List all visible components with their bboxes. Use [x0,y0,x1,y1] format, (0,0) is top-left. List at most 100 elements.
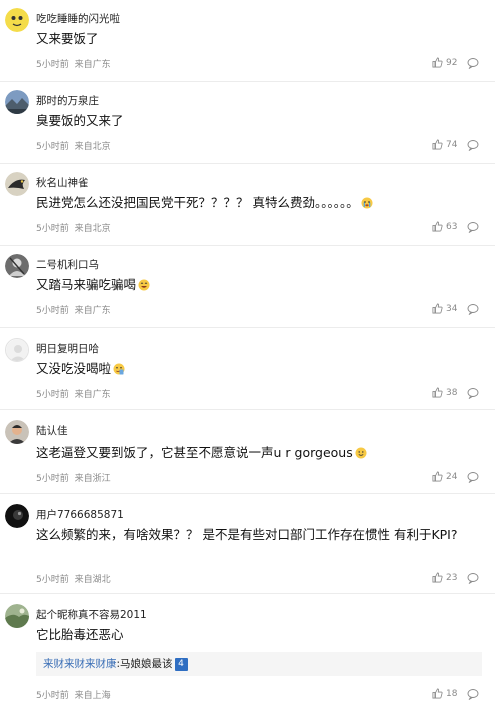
username[interactable]: 那时的万泉庄 [36,93,99,108]
user-avatar[interactable] [5,338,29,362]
comment-text-content: 这老逼登又要到饭了，它甚至不愿意说一声u r gorgeous [36,445,353,460]
timestamp: 5小时前 [36,474,69,484]
location: 来自广东 [74,390,111,400]
comment-item: 用户7766685871 这么频繁的来，有啥效果？？ 是不是有些对口部门工作存在… [0,494,495,594]
comment-bubble-icon [467,140,479,151]
comment-meta: 5小时前 来自上海 [36,688,111,701]
comment-meta: 5小时前 来自广东 [36,303,111,316]
location: 来自浙江 [74,474,111,484]
like-button[interactable]: 24 [432,471,457,482]
crying-face-emoji [361,197,373,209]
grinning-face-emoji [138,279,150,291]
comment-bubble-icon [467,58,479,69]
comment-item: 陆认佳 这老逼登又要到饭了，它甚至不愿意说一声u r gorgeous 5小时前… [0,410,495,494]
reply-count-badge: 4 [174,657,188,671]
like-count: 18 [446,688,458,699]
reply-button[interactable] [467,57,479,69]
reply-button[interactable] [467,303,479,315]
user-avatar[interactable] [5,504,29,528]
comment-meta: 5小时前 来自广东 [36,387,111,400]
comment-text: 民进党怎么还没把国民党干死？？？？ 真特么费劲。。。。。。 [36,193,465,213]
comment-meta: 5小时前 来自北京 [36,139,111,152]
username[interactable]: 起个昵称真不容易2011 [36,607,147,622]
thumbs-up-icon [432,471,443,482]
like-button[interactable]: 34 [432,303,457,314]
comment-bubble-icon [467,472,479,483]
location: 来自湖北 [74,575,111,585]
comment-text: 又来要饭了 [36,31,99,46]
comment-list: 吃吃睡睡的闪光啦 又来要饭了 5小时前 来自广东 92 那时的万泉庄 臭要饭的又… [0,0,495,708]
like-button[interactable]: 38 [432,387,457,398]
reply-button[interactable] [467,221,479,233]
thumbs-up-icon [432,57,443,68]
like-button[interactable]: 74 [432,139,457,150]
sub-reply-username[interactable]: 来财来财来财康 [43,658,117,670]
comment-item: 起个昵称真不容易2011 它比胎毒还恶心 来财来财来财康:马娘娘最该 4 5小时前… [0,594,495,708]
location: 来自上海 [74,691,111,701]
timestamp: 5小时前 [36,224,69,234]
username[interactable]: 吃吃睡睡的闪光啦 [36,11,120,26]
comment-text-content: 又踏马来骗吃骗喝 [36,277,137,292]
comment-bubble-icon [467,304,479,315]
username[interactable]: 明日复明日哈 [36,341,99,356]
sub-reply-text: :马娘娘最该 [116,658,173,670]
thumbs-up-icon [432,221,443,232]
reply-button[interactable] [467,688,479,700]
username[interactable]: 用户7766685871 [36,507,124,522]
reply-button[interactable] [467,387,479,399]
like-button[interactable]: 63 [432,221,457,232]
user-avatar[interactable] [5,8,29,32]
location: 来自北京 [74,224,111,234]
reply-button[interactable] [467,139,479,151]
timestamp: 5小时前 [36,306,69,316]
like-button[interactable]: 23 [432,572,457,583]
comment-text-content: 民进党怎么还没把国民党干死？？？？ 真特么费劲。。。。。。 [36,195,359,210]
thumbs-up-icon [432,303,443,314]
like-count: 24 [446,471,458,482]
comment-bubble-icon [467,689,479,700]
comment-bubble-icon [467,388,479,399]
like-button[interactable]: 92 [432,57,457,68]
like-count: 23 [446,572,458,583]
comment-text: 臭要饭的又来了 [36,113,124,128]
user-avatar[interactable] [5,254,29,278]
username[interactable]: 陆认佳 [36,423,68,438]
user-avatar[interactable] [5,90,29,114]
thumbs-up-icon [432,139,443,150]
comment-bubble-icon [467,573,479,584]
reply-button[interactable] [467,572,479,584]
comment-meta: 5小时前 来自广东 [36,57,111,70]
like-count: 34 [446,303,458,314]
like-count: 74 [446,139,458,150]
comment-item: 秋名山神雀 民进党怎么还没把国民党干死？？？？ 真特么费劲。。。。。。 5小时前… [0,164,495,246]
like-count: 92 [446,57,458,68]
comment-item: 那时的万泉庄 臭要饭的又来了 5小时前 来自北京 74 [0,82,495,164]
location: 来自广东 [74,60,111,70]
comment-meta: 5小时前 来自北京 [36,221,111,234]
smiling-face-emoji [355,447,367,459]
comment-text: 这老逼登又要到饭了，它甚至不愿意说一声u r gorgeous [36,443,465,463]
username[interactable]: 秋名山神雀 [36,175,89,190]
reply-button[interactable] [467,471,479,483]
username[interactable]: 二号机利口乌 [36,257,99,272]
timestamp: 5小时前 [36,390,69,400]
thumbs-up-icon [432,688,443,699]
location: 来自广东 [74,306,111,316]
comment-text: 这么频繁的来，有啥效果？？ 是不是有些对口部门工作存在惯性 有利于KPI? [36,527,458,542]
user-avatar[interactable] [5,604,29,628]
sub-reply[interactable]: 来财来财来财康:马娘娘最该 4 [36,652,482,676]
timestamp: 5小时前 [36,60,69,70]
timestamp: 5小时前 [36,575,69,585]
comment-bubble-icon [467,222,479,233]
comment-text-content: 又没吃没喝啦 [36,361,112,376]
thumbs-up-icon [432,387,443,398]
user-avatar[interactable] [5,420,29,444]
drinking-face-emoji [113,363,125,375]
user-avatar[interactable] [5,172,29,196]
like-count: 38 [446,387,458,398]
location: 来自北京 [74,142,111,152]
comment-meta: 5小时前 来自湖北 [36,572,111,585]
comment-text: 它比胎毒还恶心 [36,627,124,642]
comment-meta: 5小时前 来自浙江 [36,471,111,484]
like-button[interactable]: 18 [432,688,457,699]
